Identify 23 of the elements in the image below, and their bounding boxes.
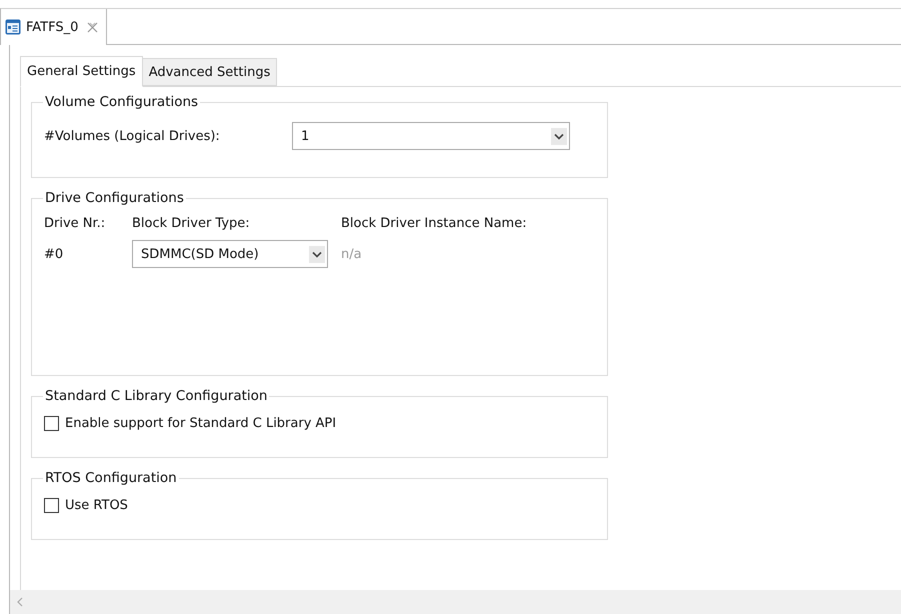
settings-tab[interactable]: Advanced Settings	[142, 58, 278, 86]
volumes-dropdown[interactable]: 1	[292, 122, 570, 150]
column-header: Drive Nr.:	[44, 216, 106, 231]
chevron-down-icon	[309, 246, 325, 262]
group-title: Volume Configurations	[44, 94, 200, 110]
drive-number: #0	[44, 246, 64, 262]
scroll-left-icon[interactable]	[16, 597, 24, 607]
group-title: RTOS Configuration	[44, 470, 178, 486]
close-icon[interactable]	[87, 22, 98, 32]
instance-name: n/a	[341, 246, 363, 262]
form-icon	[5, 19, 21, 35]
chevron-down-icon	[551, 128, 567, 144]
driver-type-dropdown[interactable]: SDMMC(SD Mode)	[132, 240, 328, 268]
checkbox[interactable]: Use RTOS	[44, 498, 595, 513]
editor-tab[interactable]: FATFS_0	[1, 9, 108, 45]
checkbox[interactable]: Enable support for Standard C Library API	[44, 416, 595, 431]
group-title: Standard C Library Configuration	[44, 388, 268, 404]
editor-tab-title: FATFS_0	[26, 20, 78, 34]
group-title: Drive Configurations	[44, 190, 185, 206]
column-header: Block Driver Type:	[132, 216, 251, 231]
settings-tab[interactable]: General Settings	[20, 56, 143, 87]
volumes-label: #Volumes (Logical Drives):	[44, 128, 221, 144]
column-header: Block Driver Instance Name:	[341, 216, 528, 231]
